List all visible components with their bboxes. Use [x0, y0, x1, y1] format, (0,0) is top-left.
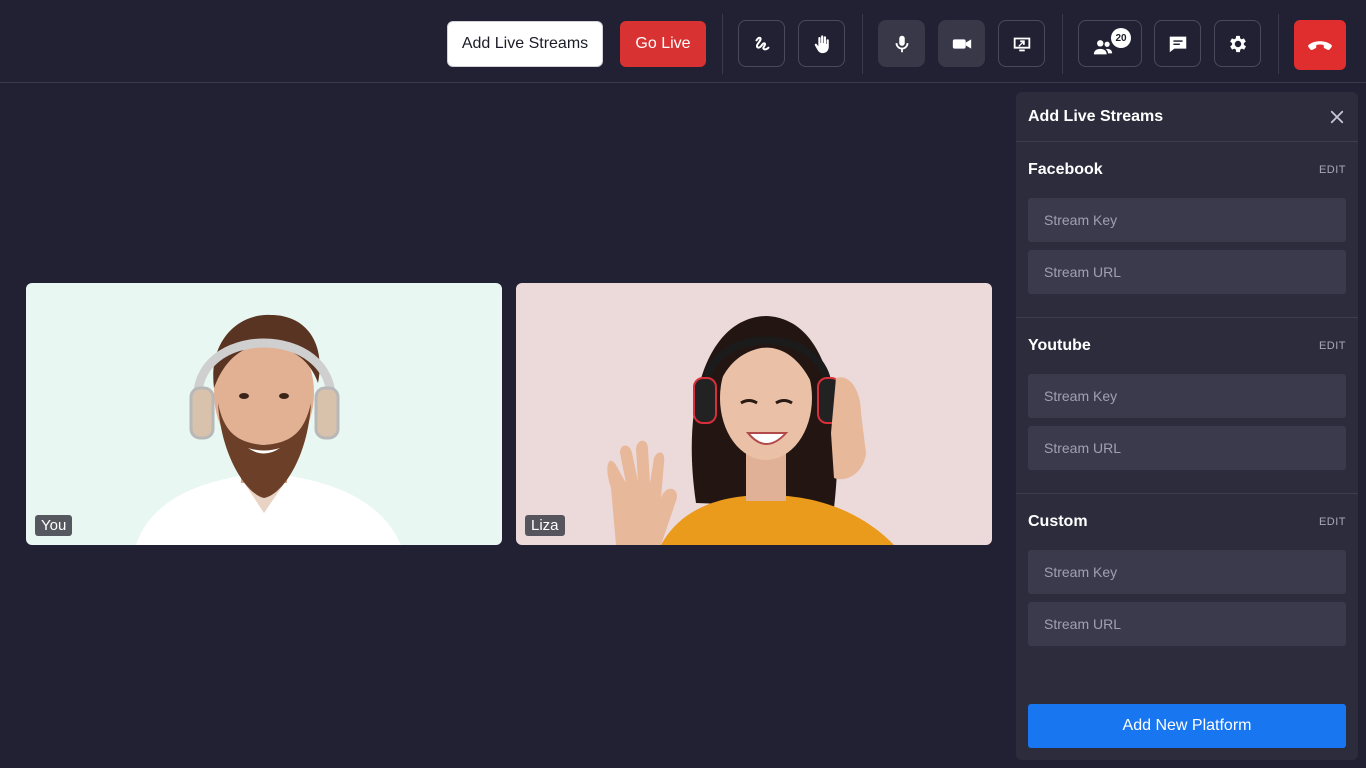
- screen-share-icon: [1013, 37, 1030, 51]
- close-icon[interactable]: [1328, 108, 1346, 126]
- toolbar-divider: [1278, 14, 1279, 74]
- toolbar-divider: [722, 14, 723, 74]
- chat-icon: [1169, 36, 1186, 52]
- participant-name-tag: You: [35, 515, 73, 536]
- screen-share-button[interactable]: [998, 20, 1045, 67]
- video-tile-you: You: [26, 283, 502, 545]
- facebook-section: Facebook EDIT: [1016, 142, 1358, 318]
- stream-url-input[interactable]: [1028, 602, 1346, 646]
- participant-video-liza: [607, 316, 894, 545]
- settings-gear-icon: [1229, 35, 1246, 52]
- end-call-icon: [1308, 41, 1332, 50]
- chat-button[interactable]: [1154, 20, 1201, 67]
- toolbar-divider: [1062, 14, 1063, 74]
- section-title: Youtube: [1028, 337, 1091, 354]
- panel-header: Add Live Streams: [1016, 92, 1358, 142]
- microphone-button[interactable]: [878, 20, 925, 67]
- youtube-section: Youtube EDIT: [1016, 318, 1358, 494]
- settings-button[interactable]: [1214, 20, 1261, 67]
- microphone-icon: [895, 35, 908, 52]
- panel-title: Add Live Streams: [1028, 107, 1164, 125]
- edit-link[interactable]: EDIT: [1319, 164, 1346, 176]
- whiteboard-button[interactable]: [738, 20, 785, 67]
- add-live-streams-panel: Add Live Streams Facebook EDIT Youtube E…: [1016, 92, 1358, 760]
- custom-section: Custom EDIT: [1016, 494, 1358, 646]
- go-live-button[interactable]: Go Live: [620, 21, 706, 67]
- stream-key-input[interactable]: [1028, 550, 1346, 594]
- section-title: Facebook: [1028, 161, 1103, 178]
- squiggle-draw-icon: [754, 36, 769, 50]
- top-toolbar: Add Live Streams Go Live 20: [0, 0, 1366, 83]
- toolbar-divider: [862, 14, 863, 74]
- participant-name-tag: Liza: [525, 515, 565, 536]
- add-new-platform-button[interactable]: Add New Platform: [1028, 704, 1346, 748]
- participants-button[interactable]: 20: [1078, 20, 1142, 67]
- video-tile-liza: Liza: [516, 283, 992, 545]
- video-camera-icon: [952, 38, 971, 49]
- raise-hand-icon: [814, 34, 829, 53]
- section-title: Custom: [1028, 513, 1088, 530]
- stream-key-input[interactable]: [1028, 198, 1346, 242]
- raise-hand-button[interactable]: [798, 20, 845, 67]
- stream-url-input[interactable]: [1028, 426, 1346, 470]
- stream-url-input[interactable]: [1028, 250, 1346, 294]
- participant-video-you: [136, 314, 401, 545]
- edit-link[interactable]: EDIT: [1319, 340, 1346, 352]
- stream-key-input[interactable]: [1028, 374, 1346, 418]
- add-live-streams-button[interactable]: Add Live Streams: [447, 21, 603, 67]
- end-call-button[interactable]: [1294, 20, 1346, 70]
- camera-button[interactable]: [938, 20, 985, 67]
- participants-count-badge: 20: [1111, 28, 1131, 48]
- edit-link[interactable]: EDIT: [1319, 516, 1346, 528]
